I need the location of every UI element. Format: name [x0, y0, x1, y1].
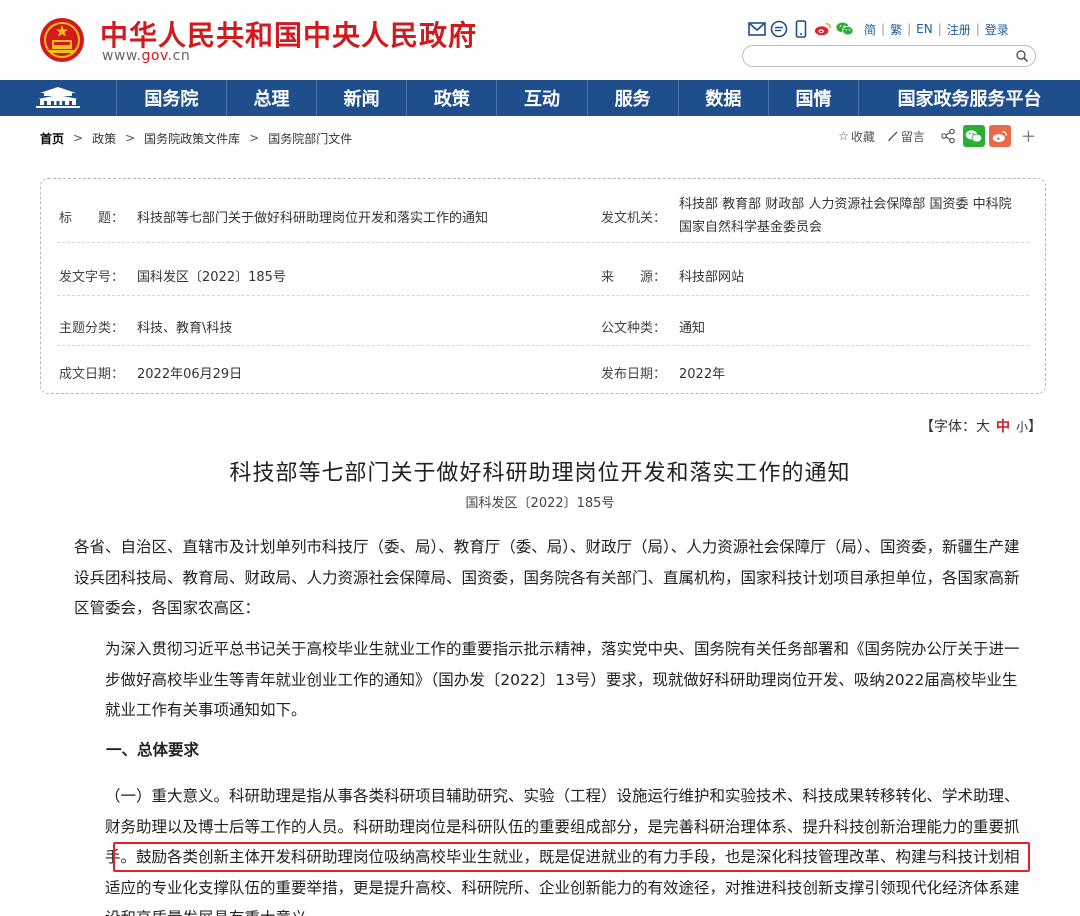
source-label: 来 源： [601, 266, 666, 285]
search-icon[interactable] [1015, 49, 1029, 63]
title-label: 标 题： [59, 207, 124, 226]
link-login[interactable]: 登录 [985, 21, 1009, 38]
published-date-value: 2022年 [679, 363, 725, 382]
nav-item-national-conditions[interactable]: 国情 [769, 80, 859, 116]
site-header: 中华人民共和国中央人民政府 www.gov.cn 简 | 繁 | EN | 注册… [0, 0, 1080, 80]
article-addressees: 各省、自治区、直辖市及计划单列市科技厅（委、局）、教育厅（委、局）、财政厅（局）… [74, 532, 1020, 624]
font-size-large-button[interactable]: 大 [976, 419, 990, 435]
link-separator: | [881, 22, 885, 36]
written-date-value: 2022年06月29日 [137, 363, 242, 382]
font-size-switcher: 【字体：大中小】 [920, 416, 1042, 436]
top-links: 简 | 繁 | EN | 注册 | 登录 [864, 21, 1009, 38]
link-english[interactable]: EN [916, 22, 933, 36]
nav-item-service[interactable]: 服务 [588, 80, 679, 116]
nav-item-data[interactable]: 数据 [679, 80, 769, 116]
nav-item-gov-service-platform[interactable]: 国家政务服务平台 [859, 80, 1080, 116]
plus-icon[interactable]: + [1021, 126, 1036, 147]
source-value: 科技部网站 [679, 266, 744, 285]
title-value: 科技部等七部门关于做好科研助理岗位开发和落实工作的通知 [137, 207, 488, 226]
document-info-table: 标 题： 科技部等七部门关于做好科研助理岗位开发和落实工作的通知 发文机关： 科… [40, 178, 1046, 394]
docno-value: 国科发区〔2022〕185号 [137, 266, 286, 285]
info-row: 成文日期： 2022年06月29日 发布日期： 2022年 [57, 346, 1029, 394]
tiananmen-icon [34, 86, 82, 110]
weibo-icon[interactable] [814, 20, 832, 38]
link-separator: | [976, 22, 980, 36]
breadcrumb-arrow-icon: > [125, 131, 135, 145]
info-row: 主题分类： 科技、教育\科技 公文种类： 通知 [57, 296, 1029, 346]
wechat-icon[interactable] [836, 20, 854, 38]
article-actions: ☆ 收藏 留言 + [838, 124, 1036, 148]
link-register[interactable]: 注册 [947, 21, 971, 38]
nav-item-premier[interactable]: 总理 [227, 80, 317, 116]
search-input[interactable] [742, 45, 1036, 67]
comment-button[interactable]: 留言 [887, 128, 925, 145]
link-traditional[interactable]: 繁 [890, 21, 902, 38]
favorite-button[interactable]: ☆ 收藏 [838, 128, 875, 145]
breadcrumb-arrow-icon: > [73, 131, 83, 145]
article-paragraph: 为深入贯彻习近平总书记关于高校毕业生就业工作的重要指示批示精神，落实党中央、国务… [74, 634, 1020, 726]
font-size-medium-button[interactable]: 中 [996, 419, 1010, 435]
font-size-prefix: 【字体： [920, 419, 976, 435]
published-date-label: 发布日期： [601, 363, 666, 382]
site-url-domain: gov [142, 48, 168, 64]
type-value: 通知 [679, 317, 705, 336]
nav-item-state-council[interactable]: 国务院 [117, 80, 227, 116]
highlight-box [113, 842, 1030, 872]
link-separator: | [907, 22, 911, 36]
font-size-small-button[interactable]: 小 [1016, 420, 1028, 434]
top-tools: 简 | 繁 | EN | 注册 | 登录 [748, 18, 1009, 40]
font-size-suffix: 】 [1028, 419, 1042, 435]
link-simplified[interactable]: 简 [864, 21, 876, 38]
site-url[interactable]: www.gov.cn [102, 48, 190, 64]
breadcrumb-policy[interactable]: 政策 [92, 130, 116, 147]
nav-item-interaction[interactable]: 互动 [497, 80, 587, 116]
article-title: 科技部等七部门关于做好科研助理岗位开发和落实工作的通知 [0, 455, 1080, 487]
mobile-icon[interactable] [792, 20, 810, 38]
pen-icon [887, 130, 899, 142]
breadcrumb-arrow-icon: > [249, 131, 259, 145]
written-date-label: 成文日期： [59, 363, 124, 382]
section-heading: 一、总体要求 [106, 738, 199, 760]
comment-label: 留言 [901, 128, 925, 145]
site-url-suffix: .cn [168, 48, 191, 64]
article-doc-number: 国科发区〔2022〕185号 [0, 492, 1080, 511]
breadcrumb-dept-docs[interactable]: 国务院部门文件 [268, 130, 352, 147]
nav-item-policy[interactable]: 政策 [407, 80, 497, 116]
issuer-value: 科技部 教育部 财政部 人力资源社会保障部 国资委 中科院 国家自然科学基金委员… [679, 193, 1025, 239]
message-icon[interactable] [770, 20, 788, 38]
link-separator: | [938, 22, 942, 36]
nav-home[interactable] [0, 80, 117, 116]
national-emblem-icon[interactable] [38, 16, 86, 64]
topic-label: 主题分类： [59, 317, 124, 336]
breadcrumb-home[interactable]: 首页 [40, 130, 64, 147]
type-label: 公文种类： [601, 317, 666, 336]
breadcrumb-policy-library[interactable]: 国务院政策文件库 [144, 130, 240, 147]
docno-label: 发文字号： [59, 266, 124, 285]
star-icon: ☆ [838, 129, 849, 143]
info-row: 发文字号： 国科发区〔2022〕185号 来 源： 科技部网站 [57, 243, 1029, 296]
mail-icon[interactable] [748, 20, 766, 38]
share-icon[interactable] [937, 125, 959, 147]
nav-item-news[interactable]: 新闻 [317, 80, 407, 116]
favorite-label: 收藏 [851, 128, 875, 145]
info-row: 标 题： 科技部等七部门关于做好科研助理岗位开发和落实工作的通知 发文机关： 科… [57, 179, 1029, 243]
topic-value: 科技、教育\科技 [137, 317, 232, 336]
wechat-share-icon[interactable] [963, 125, 985, 147]
site-url-prefix: www. [102, 48, 142, 64]
main-nav: 国务院 总理 新闻 政策 互动 服务 数据 国情 国家政务服务平台 [0, 80, 1080, 116]
weibo-share-icon[interactable] [989, 125, 1011, 147]
breadcrumb: 首页 > 政策 > 国务院政策文件库 > 国务院部门文件 [40, 128, 352, 148]
issuer-label: 发文机关： [601, 207, 666, 226]
